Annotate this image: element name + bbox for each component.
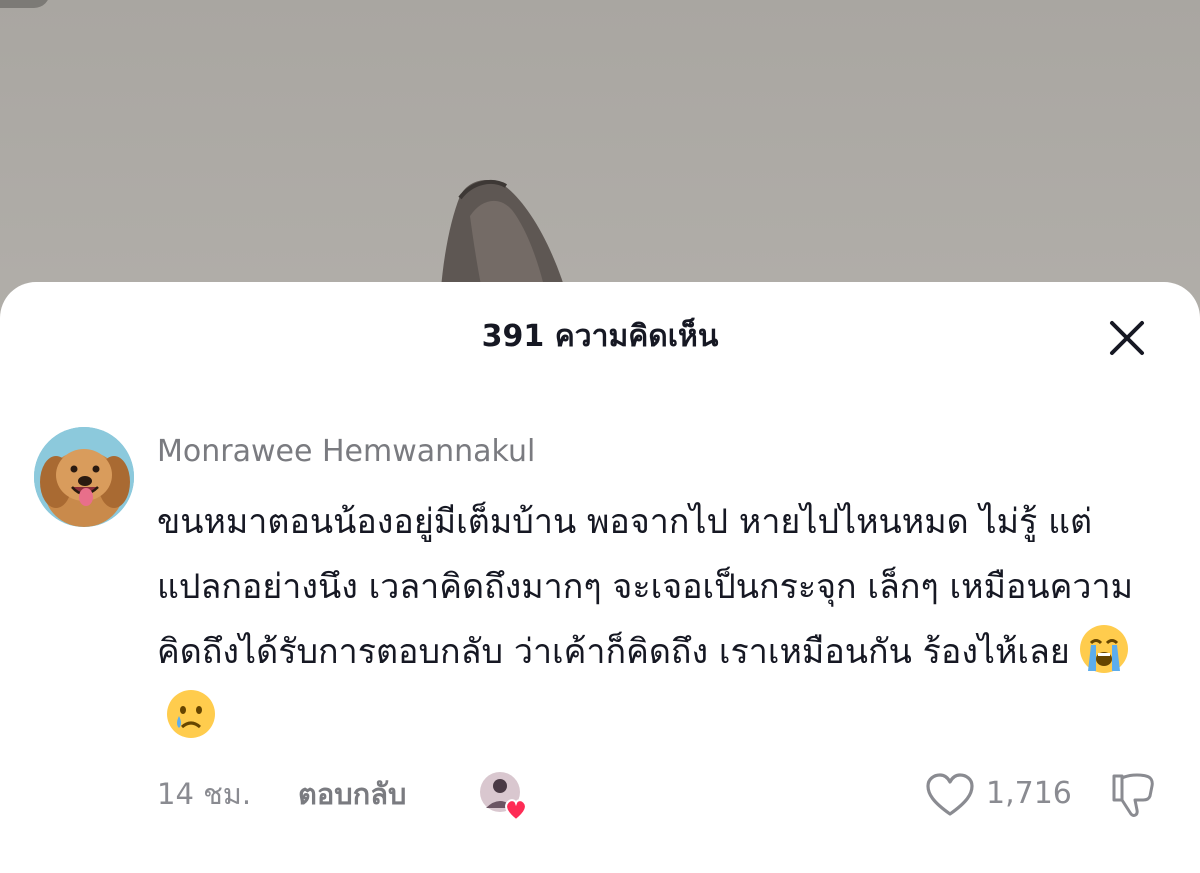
comment-time: 14 ชม. [157, 777, 252, 811]
comments-sheet: 391 ความคิดเห็น Monrawee Hemwannakul ขนห… [0, 282, 1200, 873]
creator-liked-badge-icon [480, 772, 527, 820]
crying-face-icon [167, 690, 215, 738]
reply-button[interactable]: ตอบกลับ [298, 774, 406, 814]
heart-icon[interactable] [925, 772, 975, 818]
comment-body: ขนหมาตอนน้องอยู่มีเต็มบ้าน พอจากไป หายไป… [157, 490, 1157, 750]
commenter-avatar[interactable] [34, 427, 134, 527]
comments-count-title: 391 ความคิดเห็น [481, 319, 719, 354]
comment-meta-row: 14 ชม. ตอบกลับ 1,716 [0, 770, 1200, 820]
thumbs-down-icon[interactable] [1108, 770, 1158, 820]
like-count: 1,716 [986, 776, 1072, 811]
dog-avatar-icon [34, 427, 134, 527]
comment-author[interactable]: Monrawee Hemwannakul [157, 432, 535, 472]
loudly-crying-face-icon [1079, 625, 1128, 673]
comment-text: ขนหมาตอนน้องอยู่มีเต็มบ้าน พอจากไป หายไป… [157, 502, 1133, 672]
close-icon[interactable] [1102, 318, 1152, 362]
screen: 391 ความคิดเห็น Monrawee Hemwannakul ขนห… [0, 0, 1200, 873]
status-chip [0, 0, 50, 8]
